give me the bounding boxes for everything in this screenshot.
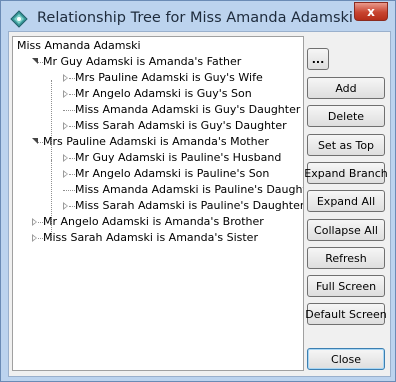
refresh-button[interactable]: Refresh xyxy=(307,247,385,269)
collapsed-icon[interactable] xyxy=(63,170,68,178)
expanded-icon[interactable] xyxy=(32,58,38,64)
collapsed-icon[interactable] xyxy=(63,122,68,130)
browse-button[interactable]: ... xyxy=(307,48,329,70)
tree-node[interactable]: Miss Amanda Adamski is Guy's Daughter xyxy=(75,102,300,118)
collapsed-icon[interactable] xyxy=(63,202,68,210)
app-icon xyxy=(10,10,28,28)
collapsed-icon[interactable] xyxy=(63,74,68,82)
default-screen-button[interactable]: Default Screen xyxy=(305,303,387,325)
relationship-tree-view[interactable]: Miss Amanda Adamski Mr Guy Adamski is Am… xyxy=(12,36,304,371)
expand-branch-button[interactable]: Expand Branch xyxy=(304,162,388,184)
tree-connector xyxy=(63,110,75,111)
collapsed-icon[interactable] xyxy=(63,154,68,162)
dialog-client-area: Miss Amanda Adamski Mr Guy Adamski is Am… xyxy=(8,31,391,377)
tree-node[interactable]: Mr Guy Adamski is Pauline's Husband xyxy=(75,150,281,166)
tree-root-node[interactable]: Miss Amanda Adamski xyxy=(17,38,141,54)
tree-node-brother[interactable]: Mr Angelo Adamski is Amanda's Brother xyxy=(43,214,264,230)
close-icon: x xyxy=(367,4,375,19)
expand-all-button[interactable]: Expand All xyxy=(307,190,385,212)
collapse-all-button[interactable]: Collapse All xyxy=(307,219,385,241)
collapsed-icon[interactable] xyxy=(32,218,37,226)
tree-node[interactable]: Mrs Pauline Adamski is Guy's Wife xyxy=(75,70,263,86)
tree-connector xyxy=(63,190,75,191)
delete-button[interactable]: Delete xyxy=(307,105,385,127)
tree-node-mother[interactable]: Mrs Pauline Adamski is Amanda's Mother xyxy=(43,134,269,150)
close-button[interactable]: Close xyxy=(307,348,385,370)
tree-node[interactable]: Miss Sarah Adamski is Guy's Daughter xyxy=(75,118,287,134)
collapsed-icon[interactable] xyxy=(32,234,37,242)
full-screen-button[interactable]: Full Screen xyxy=(307,275,385,297)
collapsed-icon[interactable] xyxy=(63,90,68,98)
tree-node[interactable]: Mr Angelo Adamski is Pauline's Son xyxy=(75,166,269,182)
tree-node[interactable]: Mr Angelo Adamski is Guy's Son xyxy=(75,86,252,102)
tree-node[interactable]: Miss Amanda Adamski is Pauline's Daughte… xyxy=(75,182,303,198)
tree-node[interactable]: Miss Sarah Adamski is Pauline's Daughter xyxy=(75,198,303,214)
window-close-button[interactable]: x xyxy=(354,2,388,21)
relationship-tree-window: Relationship Tree for Miss Amanda Adamsk… xyxy=(0,0,396,382)
add-button[interactable]: Add xyxy=(307,77,385,99)
window-title: Relationship Tree for Miss Amanda Adamsk… xyxy=(37,10,353,26)
set-as-top-button[interactable]: Set as Top xyxy=(307,134,385,156)
expanded-icon[interactable] xyxy=(32,138,38,144)
tree-node-father[interactable]: Mr Guy Adamski is Amanda's Father xyxy=(43,54,241,70)
tree-node-sister[interactable]: Miss Sarah Adamski is Amanda's Sister xyxy=(43,230,258,246)
